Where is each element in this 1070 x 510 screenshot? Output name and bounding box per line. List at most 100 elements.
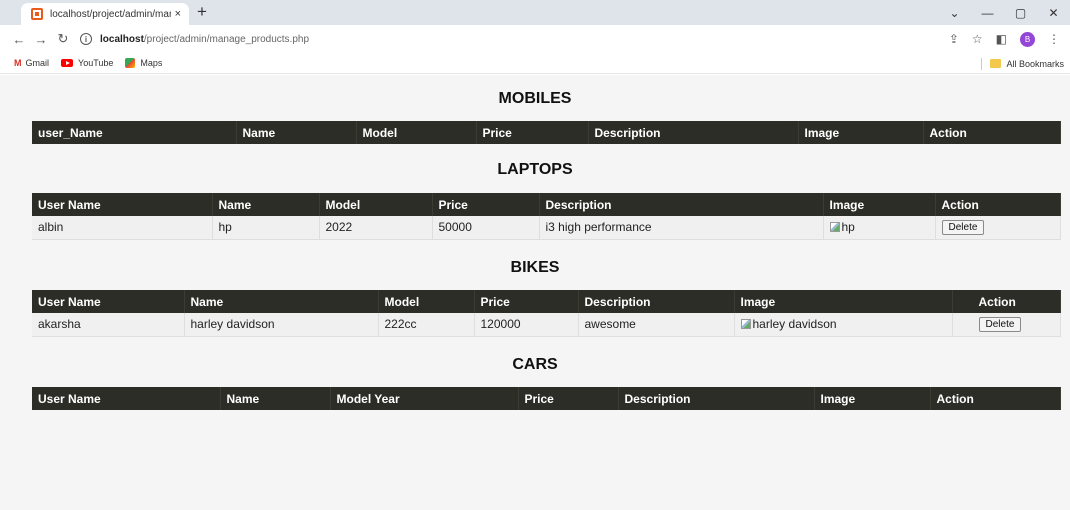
share-icon[interactable]: ⇪ (949, 32, 959, 46)
browser-tab[interactable]: localhost/project/admin/manag × (21, 3, 189, 25)
cell-image: hp (823, 216, 936, 240)
image-alt-text: harley davidson (752, 316, 837, 331)
bookmarks-bar: M Gmail YouTube Maps All Bookmarks (0, 53, 1070, 74)
url-text: localhost/project/admin/manage_products.… (100, 34, 309, 45)
col-header: Action (952, 290, 1061, 313)
cell-image: harley davidson (734, 313, 953, 337)
bookmark-gmail[interactable]: M Gmail (14, 58, 49, 68)
toolbar-actions: ⇪ ☆ ◧ B ⋮ (936, 25, 1060, 53)
laptops-table: User Name Name Model Price Description I… (32, 193, 1061, 240)
table-header-row: User Name Name Model Price Description I… (32, 290, 1061, 313)
cars-table: User Name Name Model Year Price Descript… (32, 387, 1061, 410)
side-panel-icon[interactable]: ◧ (996, 32, 1007, 46)
divider (981, 57, 983, 70)
table-row: akarsha harley davidson 222cc 120000 awe… (32, 313, 1061, 337)
browser-tab-strip: localhost/project/admin/manag × + ⌄ — ▢ … (0, 0, 1070, 25)
url-path: /project/admin/manage_products.php (143, 33, 310, 45)
bikes-table: User Name Name Model Price Description I… (32, 290, 1061, 337)
col-header: Image (798, 121, 924, 144)
table-header-row: User Name Name Model Price Description I… (32, 193, 1061, 216)
bikes-heading: BIKES (510, 259, 560, 276)
col-header: Image (823, 193, 936, 216)
col-header: User Name (32, 193, 213, 216)
broken-image-icon (740, 318, 751, 329)
broken-image: harley davidson (740, 316, 837, 331)
col-header: Name (212, 193, 320, 216)
forward-arrow-icon[interactable]: → (30, 32, 52, 47)
table-header-row: user_Name Name Model Price Description I… (32, 121, 1061, 144)
close-window-icon[interactable]: ✕ (1037, 6, 1070, 20)
cell-action: Delete (935, 216, 1061, 240)
menu-kebab-icon[interactable]: ⋮ (1048, 32, 1060, 46)
window-controls: ⌄ — ▢ ✕ (938, 0, 1070, 25)
cell-user: akarsha (32, 313, 185, 337)
col-header: Name (220, 387, 331, 410)
col-header: Model (319, 193, 433, 216)
cell-model: 2022 (319, 216, 433, 240)
col-header: Description (618, 387, 815, 410)
all-bookmarks-label: All Bookmarks (1006, 58, 1064, 69)
tab-title: localhost/project/admin/manag (50, 8, 171, 20)
new-tab-button[interactable]: + (197, 2, 207, 22)
bookmark-maps[interactable]: Maps (125, 58, 162, 68)
restore-icon[interactable]: ▢ (1004, 6, 1037, 20)
col-header: Price (518, 387, 619, 410)
bookmark-label: Maps (140, 58, 163, 68)
all-bookmarks-button[interactable]: All Bookmarks (981, 53, 1064, 74)
url-host: localhost (100, 33, 144, 45)
col-header: Price (432, 193, 540, 216)
col-header: Price (476, 121, 589, 144)
col-header: User Name (32, 387, 221, 410)
reload-icon[interactable]: ↻ (52, 31, 74, 47)
cell-price: 50000 (432, 216, 540, 240)
cell-action: Delete (952, 313, 1061, 337)
youtube-icon (61, 59, 74, 67)
col-header: Model (378, 290, 475, 313)
col-header: User Name (32, 290, 185, 313)
bookmark-youtube[interactable]: YouTube (61, 58, 113, 68)
col-header: Description (578, 290, 735, 313)
cell-model: 222cc (378, 313, 475, 337)
table-row: albin hp 2022 50000 i3 high performance … (32, 216, 1061, 240)
col-header: Price (474, 290, 579, 313)
table-header-row: User Name Name Model Year Price Descript… (32, 387, 1061, 410)
tab-close-icon[interactable]: × (175, 8, 181, 20)
tab-search-icon[interactable]: ⌄ (938, 6, 971, 20)
folder-icon (990, 59, 1002, 68)
profile-avatar[interactable]: B (1020, 31, 1035, 47)
image-alt-text: hp (841, 219, 855, 234)
xampp-favicon-icon (31, 8, 43, 20)
col-header: Action (935, 193, 1061, 216)
col-header: Action (923, 121, 1061, 144)
maps-icon (125, 58, 136, 68)
col-header: Image (734, 290, 953, 313)
broken-image-icon (829, 221, 840, 232)
site-info-icon[interactable]: i (80, 33, 92, 45)
cell-user: albin (32, 216, 213, 240)
col-header: Name (236, 121, 357, 144)
cell-price: 120000 (474, 313, 579, 337)
delete-button[interactable]: Delete (941, 220, 985, 236)
bookmark-label: YouTube (78, 58, 114, 68)
cell-name: hp (212, 216, 320, 240)
laptops-heading: LAPTOPS (497, 161, 573, 178)
cars-heading: CARS (512, 356, 558, 373)
address-bar[interactable]: i localhost/project/admin/manage_product… (80, 27, 309, 51)
col-header: Model Year (330, 387, 519, 410)
bookmark-star-icon[interactable]: ☆ (972, 32, 983, 46)
mobiles-table: user_Name Name Model Price Description I… (32, 121, 1061, 144)
back-arrow-icon[interactable]: ← (8, 32, 30, 47)
delete-button[interactable]: Delete (978, 317, 1022, 333)
broken-image: hp (829, 219, 855, 234)
mobiles-heading: MOBILES (498, 90, 572, 107)
col-header: user_Name (32, 121, 237, 144)
cell-description: awesome (578, 313, 735, 337)
bookmark-label: Gmail (25, 58, 50, 68)
gmail-icon: M (14, 58, 22, 68)
page-content: MOBILES user_Name Name Model Price Descr… (0, 75, 1070, 510)
cell-description: i3 high performance (539, 216, 824, 240)
col-header: Image (814, 387, 931, 410)
col-header: Description (539, 193, 824, 216)
cell-name: harley davidson (184, 313, 379, 337)
minimize-icon[interactable]: — (971, 6, 1004, 20)
